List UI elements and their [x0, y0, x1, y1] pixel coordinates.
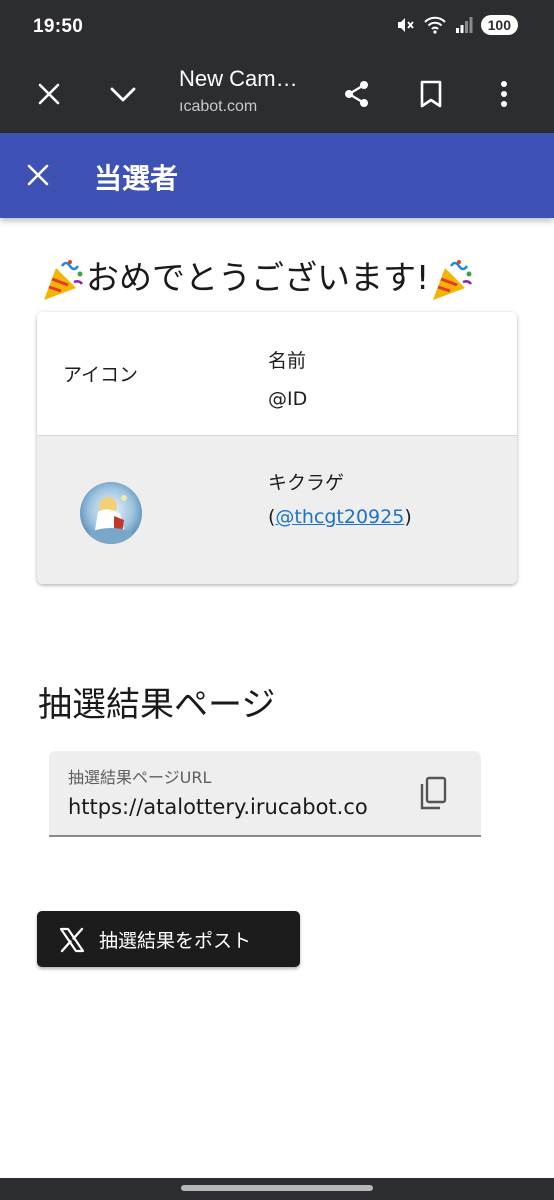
result-url-input[interactable] — [68, 795, 393, 819]
browser-toolbar: New Cam… ıcabot.com — [0, 56, 554, 133]
home-gesture-handle[interactable] — [181, 1185, 373, 1191]
mute-icon — [397, 18, 414, 32]
result-url-label: 抽選結果ページURL — [68, 768, 212, 787]
bookmark-button[interactable] — [409, 72, 453, 116]
id-close-paren: ) — [404, 506, 412, 528]
congrats-message: おめでとうございます! — [40, 251, 520, 302]
copy-url-button[interactable] — [411, 771, 455, 815]
winner-info: キクラゲ (@thcgt20925) — [268, 466, 412, 534]
party-popper-icon — [433, 259, 473, 300]
column-header-icon: アイコン — [63, 364, 139, 386]
status-icons: 100 — [395, 15, 518, 35]
signal-icon — [455, 17, 473, 33]
app-header: 当選者 — [0, 133, 554, 218]
congrats-text: おめでとうございます! — [86, 258, 430, 297]
column-header-name: 名前 @ID — [268, 342, 307, 418]
minimize-button[interactable] — [101, 72, 145, 116]
winners-table: アイコン 名前 @ID キクラゲ (@thcgt20925) — [37, 312, 517, 584]
result-section-title: 抽選結果ページ — [38, 685, 276, 725]
share-button[interactable] — [335, 72, 379, 116]
winner-id: (@thcgt20925) — [268, 500, 412, 534]
post-result-button[interactable]: 抽選結果をポスト — [37, 911, 300, 967]
share-icon — [345, 81, 368, 107]
column-header-name-label: 名前 — [268, 350, 307, 372]
copy-icon — [420, 776, 447, 810]
battery-badge: 100 — [480, 15, 518, 35]
winner-id-link[interactable]: @thcgt20925 — [275, 506, 404, 528]
avatar-image — [80, 482, 142, 544]
page-url: ıcabot.com — [179, 98, 258, 115]
more-menu-button[interactable] — [482, 72, 526, 116]
more-vert-icon — [501, 81, 507, 107]
system-nav-bar — [0, 1178, 554, 1200]
result-url-field[interactable]: 抽選結果ページURL — [49, 751, 481, 837]
status-bar: 19:50 100 — [0, 0, 554, 56]
post-button-label: 抽選結果をポスト — [99, 930, 252, 952]
page-title: New Cam… — [179, 66, 298, 91]
chevron-down-icon — [110, 87, 136, 102]
close-icon — [27, 164, 49, 186]
bookmark-icon — [420, 80, 442, 108]
table-header: アイコン 名前 @ID — [37, 312, 517, 436]
dialog-close-button[interactable] — [16, 153, 60, 197]
table-row: キクラゲ (@thcgt20925) — [37, 436, 517, 584]
party-popper-icon — [44, 259, 83, 300]
dialog-title: 当選者 — [94, 162, 179, 195]
close-icon — [38, 83, 60, 105]
winner-name: キクラゲ — [268, 472, 345, 494]
x-logo-icon — [59, 927, 85, 953]
status-time: 19:50 — [33, 16, 84, 37]
avatar — [80, 482, 142, 544]
column-header-id-label: @ID — [268, 388, 308, 410]
close-tab-button[interactable] — [27, 72, 71, 116]
wifi-icon — [423, 16, 446, 34]
